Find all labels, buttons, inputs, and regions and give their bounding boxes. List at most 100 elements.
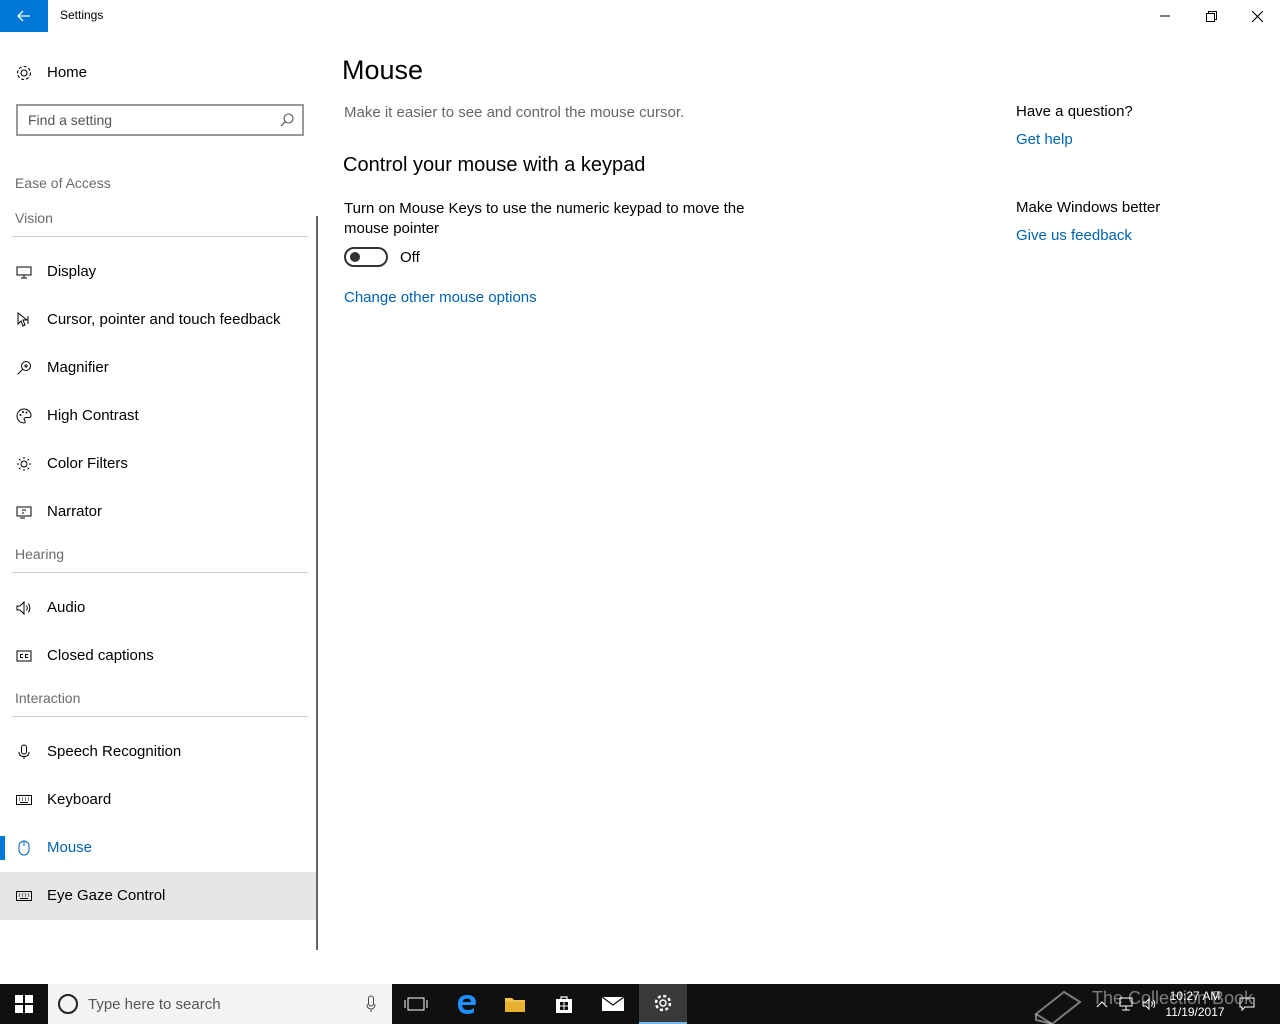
sidebar-item-narrator[interactable]: Narrator [0,488,318,536]
task-view-button[interactable] [392,984,440,1024]
home-label: Home [47,64,88,81]
sidebar-item-label: Eye Gaze Control [47,887,166,904]
divider [12,236,308,237]
mail-icon [601,996,625,1011]
network-button[interactable] [1116,984,1136,1024]
sidebar-item-label: High Contrast [47,407,139,424]
chevron-up-icon [1096,1001,1108,1008]
sidebar-item-speech-recognition[interactable]: Speech Recognition [0,728,318,776]
back-arrow-icon [17,10,30,22]
selection-indicator [0,836,5,860]
sidebar-item-cursor[interactable]: Cursor, pointer and touch feedback [0,296,318,344]
home-nav[interactable]: Home [0,56,318,90]
question-heading: Have a question? [1016,103,1133,120]
close-icon [1251,10,1263,22]
close-button[interactable] [1234,0,1280,32]
sidebar-scrollbar[interactable] [316,216,318,950]
app-title: Settings [60,8,104,22]
mouse-keys-description: Turn on Mouse Keys to use the numeric ke… [344,200,745,237]
palette-icon [15,407,33,425]
start-button[interactable] [0,984,48,1024]
sidebar-item-label: Magnifier [47,359,109,376]
microphone-icon [15,743,33,761]
page-description: Make it easier to see and control the mo… [344,104,685,121]
section-heading: Control your mouse with a keypad [343,154,646,176]
get-help-link[interactable]: Get help [1016,131,1073,148]
sidebar-item-label: Audio [47,599,86,616]
minimize-button[interactable] [1142,0,1188,32]
sun-icon [15,455,33,473]
toggle-state-label: Off [400,249,420,266]
sidebar-item-label: Color Filters [47,455,128,472]
settings-taskbar-button[interactable] [639,984,687,1024]
action-center-button[interactable] [1236,984,1258,1024]
notification-icon [1239,997,1255,1012]
page-title: Mouse [342,55,424,85]
feedback-heading: Make Windows better [1016,199,1161,216]
show-hidden-icons-button[interactable] [1092,984,1112,1024]
sidebar-item-display[interactable]: Display [0,248,318,296]
sidebar-item-label: Mouse [47,839,93,856]
closed-captions-icon [15,647,33,665]
volume-icon [1142,997,1156,1011]
watermark-book-icon [1030,984,1086,1024]
sidebar-item-magnifier[interactable]: Magnifier [0,344,318,392]
sidebar-item-label: Keyboard [47,791,112,808]
mouse-keys-toggle[interactable] [344,247,388,267]
sidebar-item-high-contrast[interactable]: High Contrast [0,392,318,440]
group-heading-interaction: Interaction [15,690,81,706]
file-explorer-button[interactable] [491,984,539,1024]
taskbar: The Collection Book 10:27 AM 11/19/2017 [0,984,1280,1024]
sidebar-item-label: Display [47,263,97,280]
clock[interactable]: 10:27 AM 11/19/2017 [1160,988,1230,1020]
mouse-icon [15,839,33,857]
group-heading-vision: Vision [15,210,53,226]
sidebar-item-color-filters[interactable]: Color Filters [0,440,318,488]
keyboard-icon [15,887,33,905]
store-bag-icon [556,996,572,1013]
folder-icon [505,998,525,1012]
change-mouse-options-link[interactable]: Change other mouse options [344,289,537,306]
sidebar-item-label: Narrator [47,503,103,520]
restore-icon [1205,10,1217,22]
divider [12,572,308,573]
find-setting-input[interactable] [28,111,268,129]
sidebar-item-label: Cursor, pointer and touch feedback [47,311,281,328]
gear-icon [15,64,33,82]
sidebar-item-label: Closed captions [47,647,154,664]
speaker-icon [15,599,33,617]
restore-button[interactable] [1188,0,1234,32]
mail-button[interactable] [589,984,637,1024]
sidebar-item-mouse[interactable]: Mouse [0,824,318,872]
sidebar-item-closed-captions[interactable]: Closed captions [0,632,318,680]
network-icon [1119,997,1133,1011]
minimize-icon [1160,15,1170,17]
divider [12,716,308,717]
narrator-icon [15,503,33,521]
sidebar-item-keyboard[interactable]: Keyboard [0,776,318,824]
group-heading-hearing: Hearing [15,546,65,562]
back-button[interactable] [0,0,48,32]
sidebar-item-audio[interactable]: Audio [0,584,318,632]
taskbar-search-input[interactable] [88,995,338,1013]
windows-logo-icon [15,995,33,1013]
cortana-icon [58,994,78,1014]
taskbar-search[interactable] [48,984,392,1024]
magnifier-icon [15,359,33,377]
find-setting-box[interactable] [16,104,304,136]
microphone-icon[interactable] [366,995,376,1018]
give-feedback-link[interactable]: Give us feedback [1016,227,1132,244]
task-view-icon [404,997,428,1011]
cursor-touch-icon [15,311,33,329]
edge-button[interactable] [443,984,491,1024]
search-icon[interactable] [280,113,294,132]
sidebar-item-eye-gaze[interactable]: Eye Gaze Control [0,872,318,920]
gear-icon [654,994,672,1012]
edge-icon [458,995,476,1014]
store-button[interactable] [540,984,588,1024]
clock-time: 10:27 AM [1169,989,1221,1003]
keyboard-icon [15,791,33,809]
volume-button[interactable] [1140,984,1160,1024]
clock-date: 11/19/2017 [1165,1005,1225,1019]
breadcrumb: Ease of Access [15,175,111,191]
